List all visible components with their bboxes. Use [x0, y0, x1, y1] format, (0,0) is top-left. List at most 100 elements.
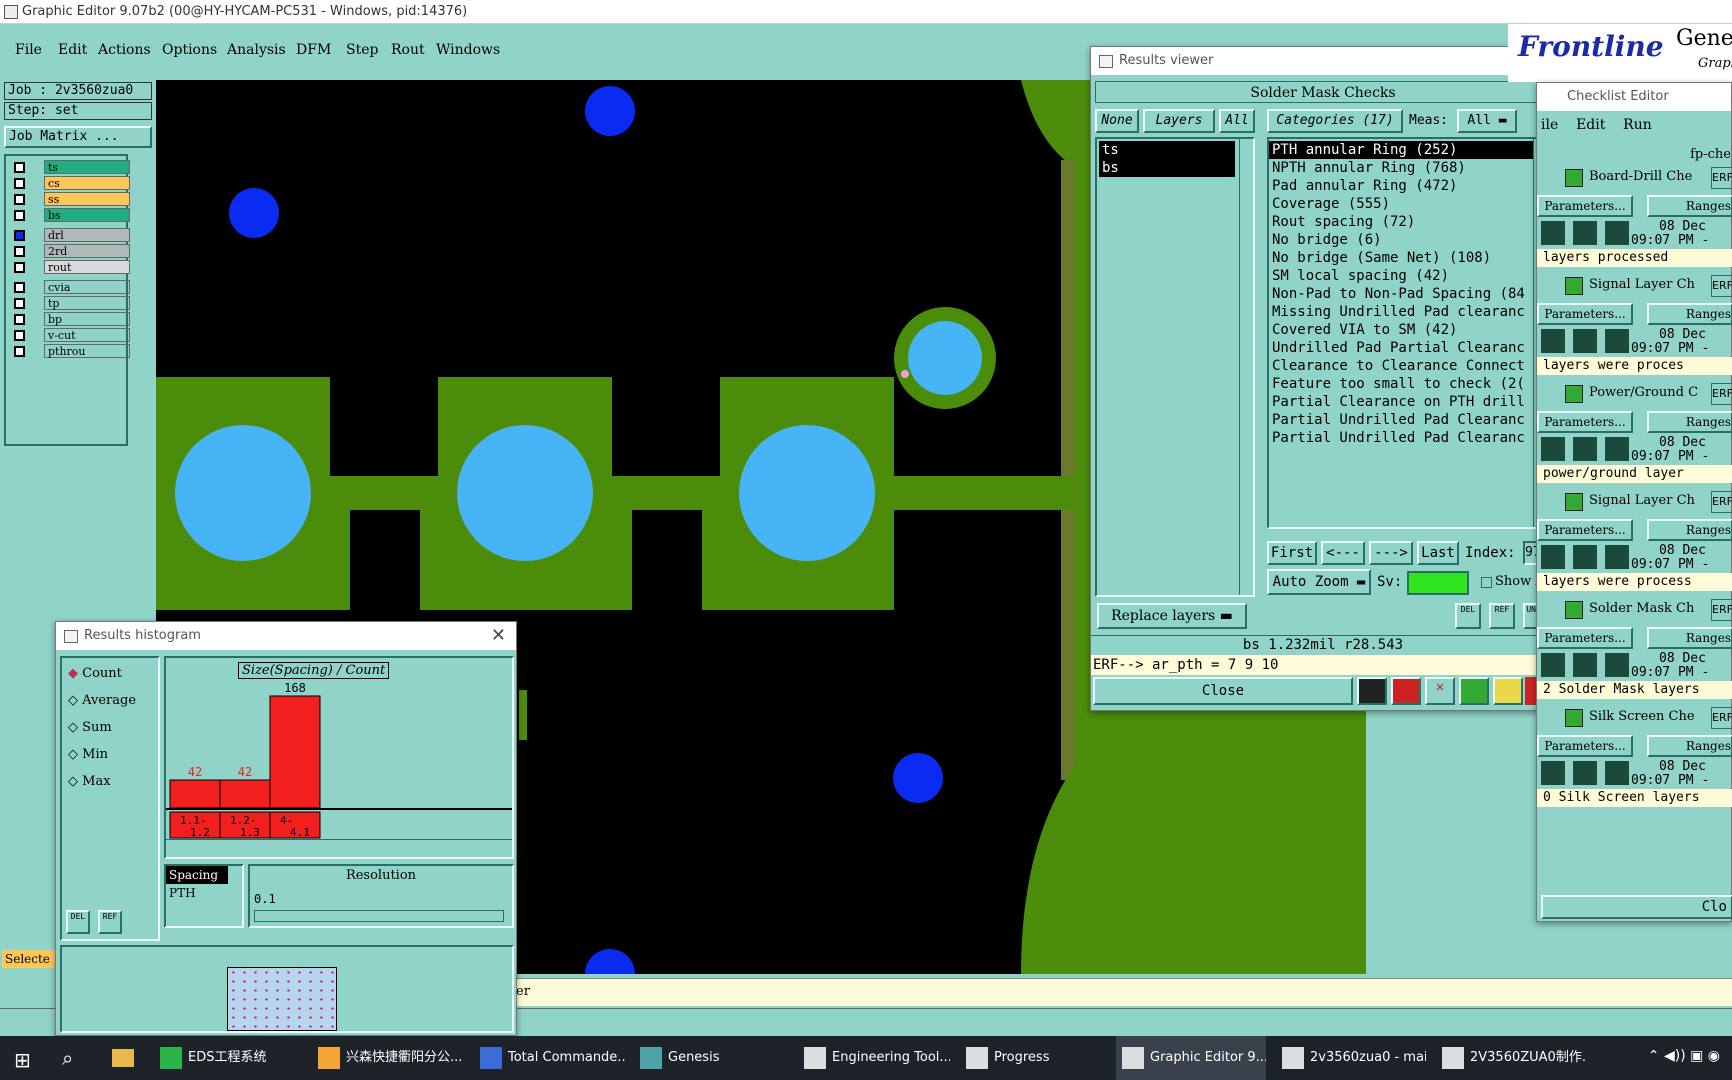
layer-checkbox[interactable] — [14, 346, 25, 357]
category-item[interactable]: Missing Undrilled Pad clearanc — [1269, 303, 1533, 321]
erf-button[interactable]: ERF — [1711, 707, 1732, 729]
layer-row-ts[interactable]: ts — [14, 160, 130, 175]
layer-checkbox[interactable] — [14, 246, 25, 257]
layer-row-rout[interactable]: rout — [14, 260, 130, 275]
category-item[interactable]: PTH annular Ring (252) — [1269, 141, 1533, 159]
ranges-button[interactable]: Ranges — [1647, 195, 1732, 217]
parameters-button[interactable]: Parameters... — [1537, 411, 1633, 433]
parameters-button[interactable]: Parameters... — [1537, 627, 1633, 649]
menu-edit[interactable]: Edit — [58, 42, 87, 58]
parameters-button[interactable]: Parameters... — [1537, 195, 1633, 217]
tool-icon-1[interactable] — [1357, 677, 1387, 705]
all-button[interactable]: All — [1219, 109, 1255, 133]
tray-icons[interactable]: ⌃ ◀)) ▣ ◉ — [1648, 1048, 1720, 1064]
erf-button[interactable]: ERF — [1711, 599, 1732, 621]
taskbar-item[interactable]: Engineering Tool... — [798, 1036, 950, 1080]
category-item[interactable]: Non-Pad to Non-Pad Spacing (84 — [1269, 285, 1533, 303]
category-item[interactable]: Rout spacing (72) — [1269, 213, 1533, 231]
menu-edit[interactable]: Edit — [1576, 117, 1605, 133]
category-item[interactable]: Feature too small to check (2( — [1269, 375, 1533, 393]
menu-rout[interactable]: Rout — [391, 42, 425, 58]
layer-checkbox[interactable] — [14, 230, 25, 241]
next-button[interactable]: ---> — [1369, 541, 1413, 565]
category-item[interactable]: Partial Undrilled Pad Clearanc — [1269, 411, 1533, 429]
erf-button[interactable]: ERF — [1711, 491, 1732, 513]
histogram-bar[interactable] — [219, 779, 271, 809]
close-icon[interactable]: ✕ — [491, 622, 506, 650]
layer-row-bp[interactable]: bp — [14, 312, 130, 327]
category-item[interactable]: SM local spacing (42) — [1269, 267, 1533, 285]
ranges-button[interactable]: Ranges — [1647, 411, 1732, 433]
layer-checkbox[interactable] — [14, 330, 25, 341]
layer-checkbox[interactable] — [14, 314, 25, 325]
list-header[interactable]: Spacing — [166, 866, 228, 884]
taskbar-item[interactable]: Progress — [960, 1036, 1100, 1080]
show-checkbox[interactable] — [1481, 577, 1492, 588]
resolution-slider[interactable] — [254, 910, 504, 922]
option-max[interactable]: ◇ Max — [68, 774, 111, 789]
search-icon[interactable]: ⌕ — [62, 1046, 73, 1070]
layer-checkbox[interactable] — [14, 162, 25, 173]
auto-zoom-dropdown[interactable]: Auto Zoom ▬ — [1267, 569, 1371, 595]
menu-actions[interactable]: Actions — [98, 42, 151, 58]
layer-row-cs[interactable]: cs — [14, 176, 130, 191]
ref-button[interactable]: REF — [1489, 603, 1515, 629]
layer-checkbox[interactable] — [14, 178, 25, 189]
prev-button[interactable]: <--- — [1321, 541, 1365, 565]
sv-color-dropdown[interactable] — [1407, 571, 1469, 595]
layer-checkbox[interactable] — [14, 298, 25, 309]
list-item[interactable]: bs — [1099, 159, 1235, 177]
menu-step[interactable]: Step — [346, 42, 378, 58]
last-button[interactable]: Last — [1417, 541, 1459, 565]
parameters-button[interactable]: Parameters... — [1537, 735, 1633, 757]
category-item[interactable]: Clearance to Clearance Connect — [1269, 357, 1533, 375]
category-item[interactable]: Partial Clearance on PTH drill — [1269, 393, 1533, 411]
option-min[interactable]: ◇ Min — [68, 747, 108, 762]
category-item[interactable]: No bridge (Same Net) (108) — [1269, 249, 1533, 267]
erf-button[interactable]: ERF — [1711, 275, 1732, 297]
ranges-button[interactable]: Ranges — [1647, 303, 1732, 325]
erf-button[interactable]: ERF — [1711, 167, 1732, 189]
ranges-button[interactable]: Ranges — [1647, 627, 1732, 649]
menu-file[interactable]: ile — [1541, 117, 1558, 133]
taskbar-item[interactable]: EDS工程系统 — [154, 1036, 304, 1080]
histogram-bar[interactable] — [169, 779, 221, 809]
taskbar-item[interactable]: 2V3560ZUA0制作... — [1436, 1036, 1586, 1080]
chart-scrollbar[interactable] — [166, 839, 512, 853]
ref-button[interactable]: REF — [98, 910, 122, 934]
taskbar-item[interactable]: 兴森快捷衢阳分公... — [312, 1036, 466, 1080]
category-item[interactable]: No bridge (6) — [1269, 231, 1533, 249]
first-button[interactable]: First — [1267, 541, 1317, 565]
option-average[interactable]: ◇ Average — [68, 693, 136, 708]
parameters-button[interactable]: Parameters... — [1537, 303, 1633, 325]
file-explorer-icon[interactable] — [112, 1049, 134, 1067]
layer-row-drl[interactable]: drl — [14, 228, 130, 243]
menu-run[interactable]: Run — [1623, 117, 1652, 133]
layer-checkbox[interactable] — [14, 194, 25, 205]
histogram-bar[interactable] — [269, 695, 321, 809]
windows-start-icon[interactable]: ⊞ — [14, 1048, 31, 1072]
layer-row-cvia[interactable]: cvia — [14, 280, 130, 295]
parameters-button[interactable]: Parameters... — [1537, 519, 1633, 541]
option-count[interactable]: ◆ Count — [68, 666, 122, 681]
layer-row-v-cut[interactable]: v-cut — [14, 328, 130, 343]
layer-row-pthrou[interactable]: pthrou — [14, 344, 130, 359]
menu-windows[interactable]: Windows — [436, 42, 500, 58]
cross-icon[interactable]: ✕ — [1425, 677, 1455, 705]
checklist-item[interactable]: Power/Ground C ERF Parameters... Ranges 08 D… — [1537, 381, 1732, 487]
menu-options[interactable]: Options — [162, 42, 217, 58]
taskbar-item[interactable]: Genesis — [634, 1036, 784, 1080]
list-item[interactable]: ts — [1099, 141, 1235, 159]
tool-icon-4[interactable] — [1459, 677, 1489, 705]
menu-file[interactable]: File — [15, 42, 42, 58]
category-item[interactable]: Undrilled Pad Partial Clearanc — [1269, 339, 1533, 357]
del-button[interactable]: DEL — [1455, 603, 1481, 629]
notes-icon[interactable] — [1493, 677, 1523, 705]
checklist-close-button[interactable]: Clo — [1541, 895, 1732, 919]
layer-checkbox[interactable] — [14, 210, 25, 221]
list-item[interactable]: PTH — [166, 884, 242, 902]
category-item[interactable]: Pad annular Ring (472) — [1269, 177, 1533, 195]
layer-checkbox[interactable] — [14, 262, 25, 273]
categories-button[interactable]: Categories (17) — [1267, 109, 1403, 133]
checklist-item[interactable]: Signal Layer Ch ERF Parameters... Ranges 08 … — [1537, 273, 1732, 379]
